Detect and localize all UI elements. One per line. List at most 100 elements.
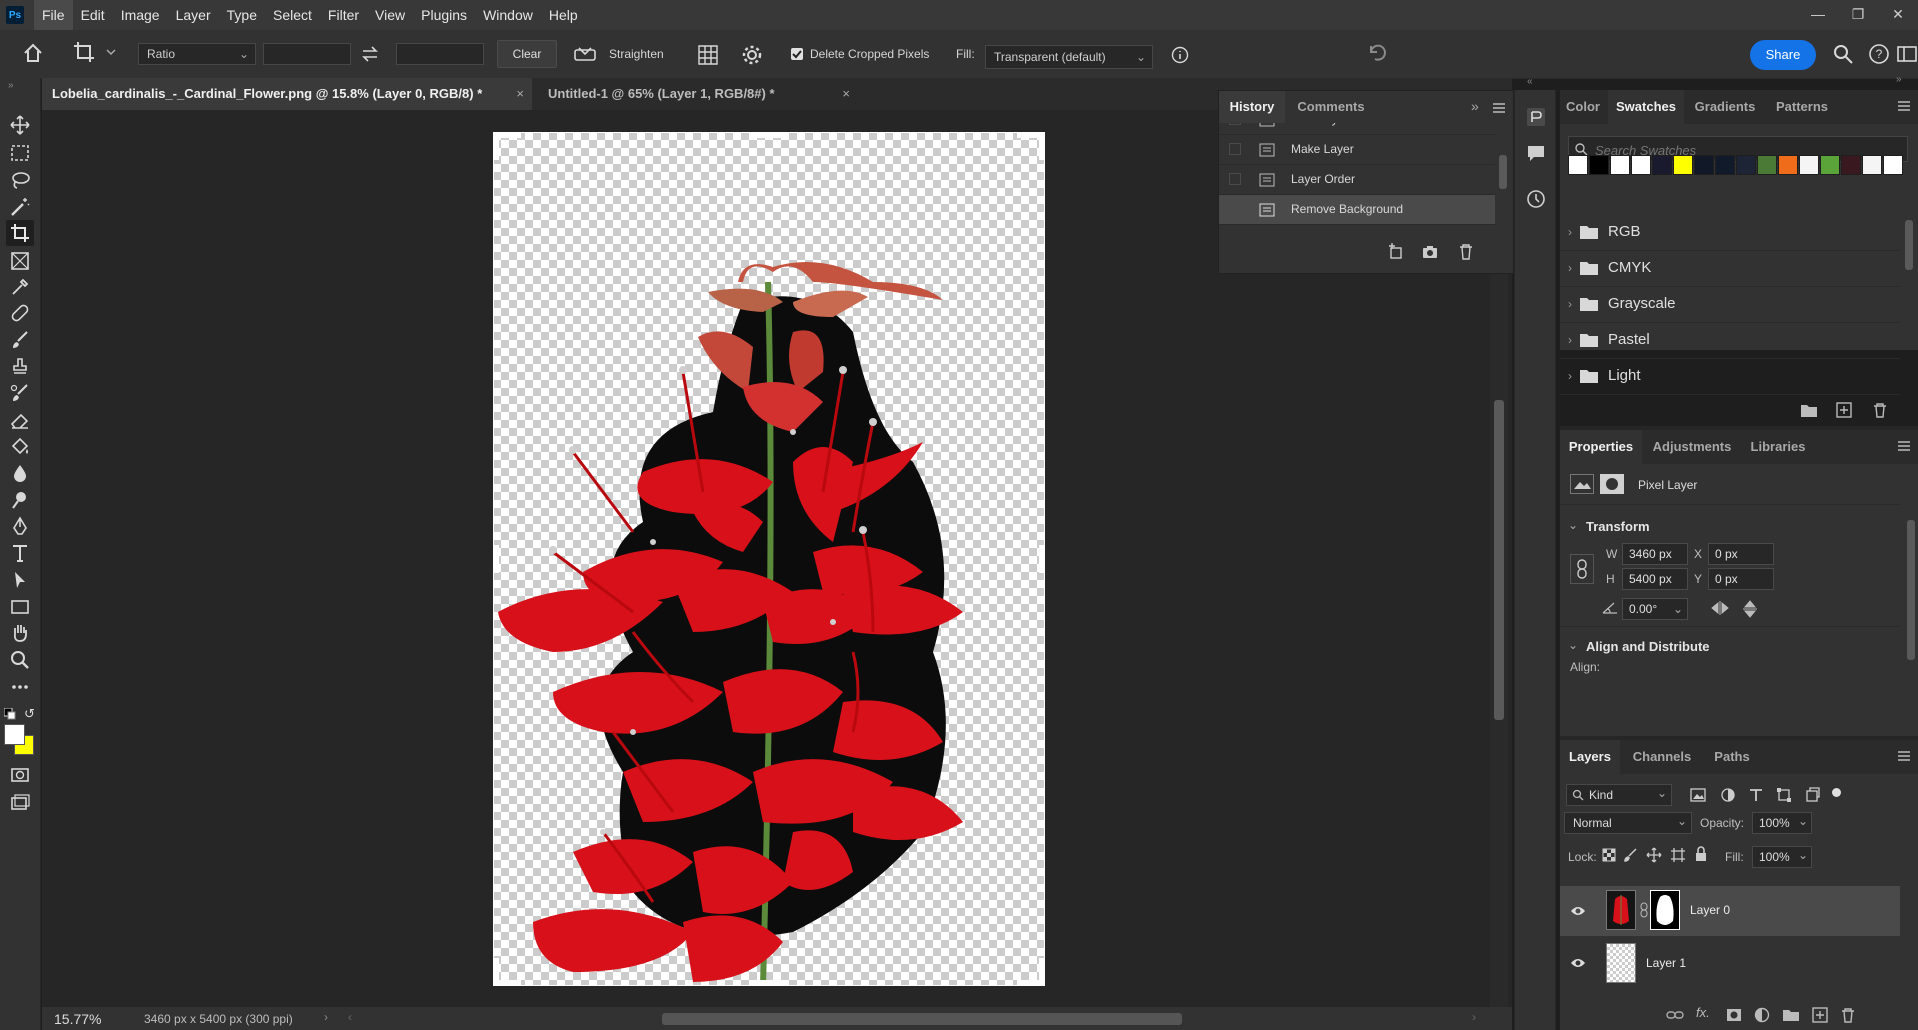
flip-horizontal-icon[interactable] [1710,600,1730,616]
zoom-tool-icon[interactable] [6,647,34,673]
layer-kind-filter[interactable]: Kind ⌄ [1566,784,1672,806]
straighten-label[interactable]: Straighten [609,30,664,78]
blend-mode-select[interactable]: Normal ⌄ [1564,812,1692,834]
layer-mask-thumbnail[interactable] [1650,890,1680,930]
layer-row-layer-1[interactable]: Layer 1 [1560,938,1900,988]
panel-menu-icon[interactable] [1898,100,1910,112]
history-item[interactable]: Make Layer [1219,135,1495,165]
lock-all-icon[interactable] [1694,846,1708,862]
swatch[interactable] [1883,155,1903,175]
new-adjustment-layer-icon[interactable] [1754,1007,1770,1023]
type-tool-icon[interactable] [6,540,34,566]
width-field[interactable]: 3460 px [1622,543,1688,565]
crop-handle-right[interactable] [1039,545,1045,573]
history-snapshot-checkbox[interactable] [1229,123,1241,125]
eye-icon[interactable] [1570,957,1586,969]
history-brush-tool-icon[interactable] [6,380,34,406]
reset-icon[interactable] [1365,42,1389,64]
path-selection-tool-icon[interactable] [6,567,34,593]
layer-name[interactable]: Layer 0 [1690,903,1730,917]
tab-layers[interactable]: Layers [1560,740,1620,774]
add-mask-icon[interactable] [1726,1007,1742,1023]
new-group-folder-icon[interactable] [1800,402,1818,418]
history-clock-icon[interactable] [1525,188,1547,210]
search-icon[interactable] [1832,43,1854,65]
swatch[interactable] [1673,155,1693,175]
crop-tool-icon[interactable] [6,220,34,246]
crop-handle-bottom-left-v[interactable] [493,958,499,986]
folder-light[interactable]: › Light [1560,358,1900,395]
magic-wand-tool-icon[interactable] [6,194,34,220]
gear-icon[interactable] [741,44,763,66]
swatch[interactable] [1694,155,1714,175]
healing-brush-tool-icon[interactable] [6,300,34,326]
dodge-tool-icon[interactable] [6,487,34,513]
lock-pixels-brush-icon[interactable] [1624,848,1638,862]
default-colors-icon[interactable] [3,707,16,723]
paint-bucket-tool-icon[interactable] [6,434,34,460]
filter-type-icon[interactable] [1748,787,1764,803]
clone-stamp-tool-icon[interactable] [6,354,34,380]
tab-channels[interactable]: Channels [1622,740,1702,774]
help-icon[interactable]: ? [1868,43,1890,65]
crop-handle-top-left-v[interactable] [493,132,499,160]
swatch[interactable] [1736,155,1756,175]
layer-thumbnail[interactable] [1606,943,1636,983]
swatch[interactable] [1820,155,1840,175]
tab-patterns[interactable]: Patterns [1766,90,1838,124]
trash-icon[interactable] [1457,243,1475,261]
rectangle-tool-icon[interactable] [6,594,34,620]
properties-scrollbar-thumb[interactable] [1907,520,1915,660]
swatch[interactable] [1631,155,1651,175]
menu-plugins[interactable]: Plugins [413,0,475,30]
folder-rgb[interactable]: › RGB [1560,214,1900,251]
history-snapshot-checkbox[interactable] [1229,173,1241,185]
filter-smart-object-icon[interactable] [1804,787,1820,803]
brush-tool-icon[interactable] [6,327,34,353]
crop-border[interactable] [493,132,1045,986]
tab-gradients[interactable]: Gradients [1686,90,1764,124]
link-dimensions-icon[interactable] [1570,554,1594,584]
chevron-down-icon[interactable]: ⌄ [1568,638,1578,652]
move-tool-icon[interactable] [6,112,34,138]
swatch[interactable] [1715,155,1735,175]
swatch[interactable] [1799,155,1819,175]
properties-scrollbar[interactable] [1906,514,1916,714]
folder-pastel[interactable]: › Pastel [1560,322,1900,359]
home-icon[interactable] [22,42,44,64]
camera-icon[interactable] [1421,243,1439,261]
trash-icon[interactable] [1872,402,1888,418]
tab-libraries[interactable]: Libraries [1742,430,1814,464]
eye-icon[interactable] [1570,905,1586,917]
trash-icon[interactable] [1840,1007,1856,1023]
fx-icon[interactable]: fx. [1696,1005,1710,1020]
menu-layer[interactable]: Layer [168,0,219,30]
foreground-color-swatch[interactable] [4,724,25,745]
close-tab-icon[interactable]: × [516,78,524,110]
close-tab-icon[interactable]: × [842,78,850,110]
quick-mask-icon[interactable] [6,762,34,788]
menu-select[interactable]: Select [265,0,320,30]
lock-artboard-icon[interactable] [1670,847,1686,863]
swap-icon[interactable] [360,44,380,64]
expand-panel-icon[interactable]: » [1471,98,1479,114]
tab-lobelia-document[interactable]: Lobelia_cardinalis_-_Cardinal_Flower.png… [42,78,532,110]
crop-handle-bottom-right-v[interactable] [1039,958,1045,986]
link-layers-icon[interactable] [1666,1008,1684,1022]
menu-help[interactable]: Help [541,0,586,30]
history-snapshot-checkbox[interactable] [1229,203,1241,215]
horizontal-scrollbar-thumb[interactable] [662,1013,1182,1025]
filter-toggle-icon[interactable] [1832,788,1841,797]
swatch[interactable] [1757,155,1777,175]
collapse-chevron-icon[interactable]: « [1527,76,1533,87]
frame-tool-icon[interactable] [6,248,34,274]
tab-properties[interactable]: Properties [1560,430,1642,464]
layers-scrollbar[interactable] [1906,880,1916,1000]
eyedropper-tool-icon[interactable] [6,274,34,300]
menu-filter[interactable]: Filter [320,0,367,30]
restore-icon[interactable]: ❐ [1838,0,1878,30]
lock-position-icon[interactable] [1646,847,1662,863]
scroll-left-icon[interactable]: ‹ [348,1010,352,1024]
menu-view[interactable]: View [367,0,413,30]
share-button[interactable]: Share [1750,40,1816,70]
